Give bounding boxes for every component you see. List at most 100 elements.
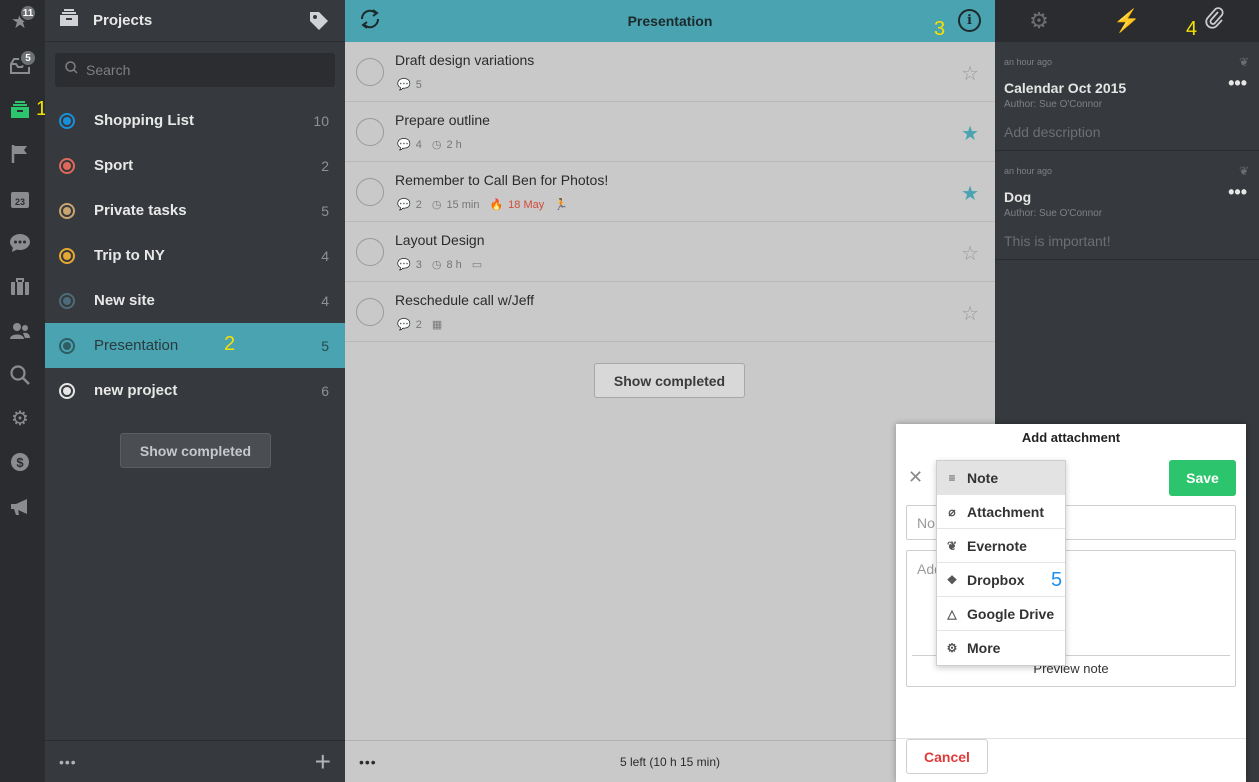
tab-settings[interactable]: ⚙ — [995, 8, 1083, 34]
project-name: Sport — [94, 157, 134, 174]
comment-icon: 💬 — [397, 319, 411, 331]
task-row[interactable]: Layout Design 💬 3 ◷ 8 h ▭ ☆ — [345, 222, 995, 282]
task-row[interactable]: Remember to Call Ben for Photos! 💬 2 ◷ 15 … — [345, 162, 995, 222]
sidebar-item-private-tasks[interactable]: Private tasks 5 — [45, 188, 345, 233]
project-count: 4 — [321, 247, 329, 264]
sidebar-item-trip-to-ny[interactable]: Trip to NY 4 — [45, 233, 345, 278]
dropdown-item-dropbox[interactable]: ❖ Dropbox — [937, 563, 1065, 597]
attachment-time: an hour ago — [1004, 57, 1053, 67]
comment-count: 5 — [415, 78, 422, 91]
task-checkbox[interactable] — [356, 58, 384, 86]
svg-text:$: $ — [16, 455, 24, 470]
comment-icon: 💬 — [397, 79, 411, 91]
attachment-author: Author: Sue O'Connor — [1004, 99, 1103, 110]
task-title: Remember to Call Ben for Photos! — [395, 172, 609, 188]
star-icon[interactable]: ★ — [961, 121, 979, 146]
comment-count: 2 — [415, 198, 422, 211]
task-checkbox[interactable] — [356, 178, 384, 206]
star-icon[interactable]: ★ — [961, 181, 979, 206]
callout-2: 2 — [224, 333, 236, 355]
task-title: Prepare outline — [395, 112, 490, 128]
task-duration: 8 h — [446, 258, 462, 271]
cancel-button[interactable]: Cancel — [906, 739, 988, 774]
dropdown-item-note[interactable]: ≡ Note — [937, 461, 1065, 495]
starred-badge: 11 — [19, 4, 37, 22]
star-icon[interactable]: ☆ — [961, 61, 979, 86]
attachment-time: an hour ago — [1004, 166, 1053, 176]
task-meta: 💬 2 ◷ 15 min 🔥 18 May 🏃 — [397, 198, 583, 212]
tab-attachments[interactable] — [1171, 7, 1259, 35]
detail-tabs: ⚙ ⚡ — [995, 0, 1259, 42]
search-icon[interactable] — [7, 362, 33, 388]
sidebar-item-presentation[interactable]: Presentation 5 — [45, 323, 345, 368]
dialog-footer: Cancel — [896, 738, 1246, 782]
sidebar-item-sport[interactable]: Sport 2 — [45, 143, 345, 188]
gear-icon: ⚙ — [946, 641, 958, 655]
project-color-dot — [59, 112, 75, 129]
gear-icon[interactable]: ⚙ — [7, 405, 33, 431]
project-count: 4 — [321, 292, 329, 309]
sidebar-item-shopping-list[interactable]: Shopping List 10 — [45, 98, 345, 143]
show-completed-tasks-button[interactable]: Show completed — [594, 363, 745, 398]
sidebar-item-new-project[interactable]: new project 6 — [45, 368, 345, 413]
task-row[interactable]: Reschedule call w/Jeff 💬 2 ▦ ☆ — [345, 282, 995, 342]
task-title: Reschedule call w/Jeff — [395, 292, 535, 308]
search-placeholder: Search — [86, 62, 131, 78]
task-checkbox[interactable] — [356, 118, 384, 146]
calendar-icon: ▦ — [431, 319, 443, 331]
dropdown-item-attachment[interactable]: ⌀ Attachment — [937, 495, 1065, 529]
dropdown-item-label: Attachment — [967, 503, 1045, 520]
tag-icon[interactable] — [309, 11, 329, 36]
dropdown-item-evernote[interactable]: ❦ Evernote — [937, 529, 1065, 563]
sidebar-item-new-site[interactable]: New site 4 — [45, 278, 345, 323]
tab-activity[interactable]: ⚡ — [1083, 8, 1171, 34]
dropdown-item-google-drive[interactable]: △ Google Drive — [937, 597, 1065, 631]
add-project-icon[interactable]: + — [315, 746, 331, 778]
star-icon[interactable]: ☆ — [961, 241, 979, 266]
briefcase-icon[interactable] — [7, 274, 33, 300]
chat-icon[interactable] — [7, 230, 33, 256]
flag-icon[interactable] — [7, 141, 33, 167]
attachment-item[interactable]: an hour ago ❦ Dog ••• Author: Sue O'Conn… — [995, 151, 1259, 260]
task-row[interactable]: Draft design variations 💬 5 ☆ — [345, 42, 995, 102]
dropdown-item-label: Evernote — [967, 537, 1027, 554]
attachment-type-dropdown[interactable]: ≡ Note ⌀ Attachment ❦ Evernote ❖ Dropbox… — [936, 460, 1066, 666]
paperclip-icon — [1205, 7, 1225, 34]
attachment-more-button[interactable]: ••• — [1228, 182, 1247, 203]
attachment-author: Author: Sue O'Connor — [1004, 208, 1103, 219]
attachment-description[interactable]: Add description — [1004, 124, 1101, 140]
project-name: Private tasks — [94, 202, 187, 219]
clock-icon: ◷ — [431, 259, 442, 271]
megaphone-icon[interactable] — [7, 494, 33, 520]
project-count: 5 — [321, 202, 329, 219]
search-input[interactable]: Search — [55, 53, 335, 87]
comment-count: 2 — [415, 318, 422, 331]
close-icon[interactable]: ✕ — [908, 467, 923, 488]
svg-text:23: 23 — [15, 197, 25, 207]
task-meta: 💬 4 ◷ 2 h — [397, 138, 472, 152]
sidebar-footer: ••• + — [45, 740, 345, 782]
dropdown-item-more[interactable]: ⚙ More — [937, 631, 1065, 665]
search-icon — [65, 61, 78, 79]
task-checkbox[interactable] — [356, 238, 384, 266]
projects-sidebar: Projects Search Shopping List 10 Sport 2… — [45, 0, 345, 782]
dropdown-item-label: More — [967, 640, 1001, 656]
task-row[interactable]: Prepare outline 💬 4 ◷ 2 h ★ — [345, 102, 995, 162]
calendar-icon[interactable]: 23 — [7, 186, 33, 212]
projects-icon[interactable] — [7, 97, 33, 123]
star-icon[interactable]: ☆ — [961, 301, 979, 326]
team-icon[interactable] — [7, 318, 33, 344]
task-meta: 💬 3 ◷ 8 h ▭ — [397, 258, 497, 272]
save-button[interactable]: Save — [1169, 460, 1236, 496]
more-icon[interactable]: ••• — [359, 754, 377, 770]
show-completed-projects-button[interactable]: Show completed — [120, 433, 271, 468]
refresh-icon[interactable] — [359, 8, 381, 36]
dollar-icon[interactable]: $ — [7, 449, 33, 475]
attachment-description[interactable]: This is important! — [1004, 233, 1111, 249]
attachment-item[interactable]: an hour ago ❦ Calendar Oct 2015 ••• Auth… — [995, 42, 1259, 151]
info-icon[interactable]: i — [958, 9, 981, 32]
task-checkbox[interactable] — [356, 298, 384, 326]
attachment-more-button[interactable]: ••• — [1228, 73, 1247, 94]
more-icon[interactable]: ••• — [59, 754, 77, 770]
project-list: Shopping List 10 Sport 2 Private tasks 5… — [45, 98, 345, 413]
